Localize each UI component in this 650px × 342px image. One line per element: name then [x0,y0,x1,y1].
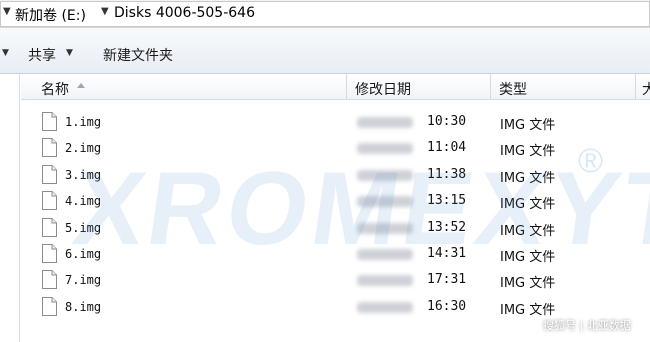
chevron-down-icon[interactable]: ▼ [3,6,11,17]
watermark-logo: XROMEXYT [66,151,650,267]
file-icon [42,164,57,184]
file-type: IMG 文件 [500,276,556,292]
breadcrumb-folder[interactable]: Disks 4006-505-646 [114,5,255,21]
column-name-label: 名称 [41,82,69,98]
column-size-label: 大 [642,82,650,98]
file-row[interactable]: 8.img 16:30 IMG 文件 [21,294,650,320]
chevron-down-icon[interactable]: ▼ [2,48,9,58]
file-name[interactable]: 1.img [65,115,101,129]
file-icon [42,138,57,158]
column-type[interactable]: 类型 [491,74,636,100]
column-type-label: 类型 [499,82,527,98]
share-dropdown-icon[interactable]: ▼ [66,48,73,58]
chevron-down-icon[interactable]: ▼ [101,6,109,17]
column-name[interactable]: 名称 [21,74,347,100]
breadcrumb-drive[interactable]: 新加卷 (E:) [15,5,86,25]
file-date-blurred [357,117,413,128]
footer-credit: 搜狐号 | 北亚数据 [543,319,631,332]
column-size[interactable]: 大 [636,74,650,100]
share-button[interactable]: 共享 [28,45,56,65]
file-name[interactable]: 8.img [65,300,101,314]
file-type: IMG 文件 [500,302,556,318]
file-icon [42,191,57,211]
new-folder-button[interactable]: 新建文件夹 [103,45,173,65]
file-date-blurred [357,301,413,313]
toolbar: ▼ 共享 ▼ 新建文件夹 [0,28,650,74]
file-icon [42,112,57,131]
sort-ascending-icon [77,83,85,88]
address-box[interactable] [0,1,650,27]
address-bar[interactable]: ▼ 新加卷 (E:) ▼ Disks 4006-505-646 [0,0,650,28]
registered-mark: ® [578,142,604,180]
file-icon [42,244,57,263]
file-row[interactable]: 7.img 17:31 IMG 文件 [21,267,650,293]
file-time: 16:30 [427,298,467,314]
file-time: 10:30 [427,114,467,129]
file-icon [42,296,57,316]
navigation-pane[interactable] [0,74,20,342]
file-date-blurred [357,275,413,287]
column-modified-label: 修改日期 [355,82,411,98]
file-type: IMG 文件 [500,118,556,133]
column-modified[interactable]: 修改日期 [347,74,491,100]
file-icon [42,270,57,290]
file-row[interactable]: 1.img 10:30 IMG 文件 [21,109,650,135]
file-time: 17:31 [427,272,467,288]
file-name[interactable]: 7.img [65,273,101,287]
file-icon [42,217,57,237]
column-header: 名称 修改日期 类型 大 [21,74,650,100]
